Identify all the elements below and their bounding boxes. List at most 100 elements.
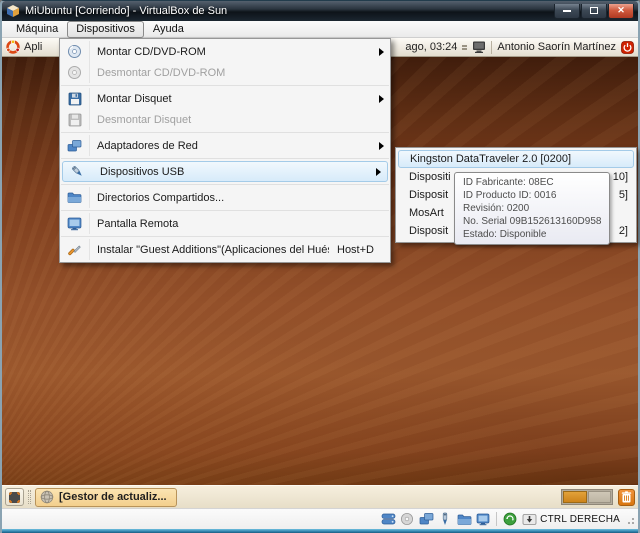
updater-globe-icon bbox=[40, 490, 54, 504]
gestor-label: [Gestor de actualiz... bbox=[59, 491, 167, 503]
hostkey-label: CTRL DERECHA bbox=[540, 514, 620, 525]
tooltip-line: ID Fabricante: 08EC bbox=[463, 176, 601, 189]
menu-item-label: Desmontar CD/DVD-ROM bbox=[90, 67, 390, 79]
menu-item-montar-disquet[interactable]: Montar Disquet bbox=[60, 88, 390, 109]
gestor-taskbar-button[interactable]: [Gestor de actualiz... bbox=[35, 488, 177, 507]
usb-item-kingston[interactable]: Kingston DataTraveler 2.0 [0200] bbox=[398, 150, 634, 168]
shared-folder-icon bbox=[67, 191, 82, 204]
trash-button[interactable] bbox=[618, 489, 635, 506]
menu-ayuda[interactable]: Ayuda bbox=[144, 21, 193, 38]
minimize-button[interactable] bbox=[554, 4, 580, 19]
floppy-eject-icon bbox=[68, 113, 82, 127]
host-keyboard-icon[interactable] bbox=[521, 511, 537, 527]
tooltip-line: Revisión: 0200 bbox=[463, 202, 601, 215]
window-bottom-edge bbox=[2, 529, 638, 533]
maximize-icon bbox=[590, 7, 598, 14]
host-menubar: Máquina Dispositivos Ayuda bbox=[2, 21, 638, 38]
applications-label: Apli bbox=[24, 41, 42, 53]
cd-icon bbox=[67, 44, 82, 59]
menu-separator bbox=[61, 85, 389, 86]
menu-item-label: Pantalla Remota bbox=[90, 218, 390, 230]
menu-item-label: Directorios Compartidos... bbox=[90, 192, 390, 204]
guest-additions-icon bbox=[67, 242, 82, 257]
caption-buttons: ✕ bbox=[553, 4, 634, 19]
workspace-switcher bbox=[561, 489, 613, 505]
harddisk-status-icon[interactable] bbox=[380, 511, 396, 527]
menu-item-label: Adaptadores de Red bbox=[90, 140, 390, 152]
tooltip-line: Estado: Disponible bbox=[463, 228, 601, 241]
usb-device-tooltip: ID Fabricante: 08EC ID Producto ID: 0016… bbox=[454, 172, 610, 245]
menu-item-desmontar-cd: Desmontar CD/DVD-ROM bbox=[60, 62, 390, 83]
usb-item-label: Dispositi bbox=[409, 171, 451, 183]
taskbar-handle[interactable] bbox=[28, 490, 31, 504]
folder-status-icon[interactable] bbox=[456, 511, 472, 527]
menu-item-directorios-compartidos[interactable]: Directorios Compartidos... bbox=[60, 187, 390, 208]
trash-icon bbox=[621, 491, 632, 503]
tooltip-line: No. Serial 09B152613160D958 bbox=[463, 215, 601, 228]
virtualbox-window: MiUbuntu [Corriendo] - VirtualBox de Sun… bbox=[0, 0, 640, 533]
usb-item-label: Disposit bbox=[409, 189, 448, 201]
usb-item-label-end: 5] bbox=[619, 189, 628, 201]
menu-item-label: Dispositivos USB bbox=[93, 166, 387, 178]
vbox-statusbar: CTRL DERECHA bbox=[2, 508, 638, 529]
screen-applet-icon[interactable] bbox=[472, 41, 486, 53]
menu-item-label: Desmontar Disquet bbox=[90, 114, 390, 126]
resize-grip[interactable] bbox=[625, 513, 635, 525]
menu-item-label: Montar Disquet bbox=[90, 93, 390, 105]
remote-display-icon bbox=[67, 217, 82, 231]
power-icon[interactable] bbox=[621, 41, 634, 54]
menu-item-shortcut: Host+D bbox=[337, 244, 374, 256]
close-button[interactable]: ✕ bbox=[608, 4, 634, 19]
virtualbox-logo-icon bbox=[6, 4, 20, 18]
menu-item-desmontar-disquet: Desmontar Disquet bbox=[60, 109, 390, 130]
usb-item-label-end: 10] bbox=[613, 171, 628, 183]
applications-menu[interactable]: Apli bbox=[6, 40, 42, 54]
cd-eject-icon bbox=[67, 65, 82, 80]
usb-item-label: Kingston DataTraveler 2.0 [0200] bbox=[410, 153, 571, 165]
user-menu[interactable]: Antonio Saorín Martínez bbox=[497, 41, 616, 53]
menu-separator bbox=[61, 184, 389, 185]
workspace-1[interactable] bbox=[563, 491, 587, 503]
floppy-icon bbox=[68, 92, 82, 106]
usb-item-label: Disposit bbox=[409, 225, 448, 237]
submenu-arrow-icon bbox=[376, 168, 381, 176]
statusbar-separator bbox=[496, 512, 497, 526]
submenu-arrow-icon bbox=[379, 95, 384, 103]
menu-separator bbox=[61, 158, 389, 159]
devices-menu: Montar CD/DVD-ROM Desmontar CD/DVD-ROM M… bbox=[59, 38, 391, 263]
menu-dispositivos[interactable]: Dispositivos bbox=[67, 21, 144, 38]
mouse-integration-icon[interactable] bbox=[502, 511, 518, 527]
panel-clock[interactable]: ago, 03:24 bbox=[405, 41, 457, 53]
menu-item-pantalla-remota[interactable]: Pantalla Remota bbox=[60, 213, 390, 234]
submenu-arrow-icon bbox=[379, 142, 384, 150]
minimize-icon bbox=[563, 10, 571, 12]
submenu-arrow-icon bbox=[379, 48, 384, 56]
usb-item-label-end: 2] bbox=[619, 225, 628, 237]
menu-separator bbox=[61, 236, 389, 237]
notification-applet-icon[interactable] bbox=[462, 45, 467, 50]
menu-item-dispositivos-usb[interactable]: Dispositivos USB bbox=[62, 161, 388, 182]
menu-item-montar-cd[interactable]: Montar CD/DVD-ROM bbox=[60, 41, 390, 62]
close-icon: ✕ bbox=[617, 6, 625, 15]
menu-item-label: Instalar "Guest Additions"(Aplicaciones … bbox=[90, 244, 329, 256]
window-title: MiUbuntu [Corriendo] - VirtualBox de Sun bbox=[25, 5, 227, 17]
title-bar[interactable]: MiUbuntu [Corriendo] - VirtualBox de Sun… bbox=[2, 1, 638, 21]
ubuntu-logo-icon bbox=[6, 40, 20, 54]
workspace-2[interactable] bbox=[588, 491, 612, 503]
cd-status-icon[interactable] bbox=[399, 511, 415, 527]
menu-separator bbox=[61, 210, 389, 211]
maximize-button[interactable] bbox=[581, 4, 607, 19]
viewer-taskbar-button[interactable] bbox=[5, 488, 24, 506]
menu-maquina[interactable]: Máquina bbox=[7, 21, 67, 38]
network-icon bbox=[67, 139, 82, 153]
tooltip-line: ID Producto ID: 0016 bbox=[463, 189, 601, 202]
menu-separator bbox=[61, 132, 389, 133]
usb-item-label: MosArt bbox=[409, 207, 444, 219]
vrdp-status-icon[interactable] bbox=[475, 511, 491, 527]
menu-item-label: Montar CD/DVD-ROM bbox=[90, 46, 390, 58]
menu-item-guest-additions[interactable]: Instalar "Guest Additions"(Aplicaciones … bbox=[60, 239, 390, 260]
usb-status-icon[interactable] bbox=[437, 511, 453, 527]
network-status-icon[interactable] bbox=[418, 511, 434, 527]
menu-item-adaptadores-red[interactable]: Adaptadores de Red bbox=[60, 135, 390, 156]
guest-taskbar: [Gestor de actualiz... bbox=[2, 485, 638, 508]
